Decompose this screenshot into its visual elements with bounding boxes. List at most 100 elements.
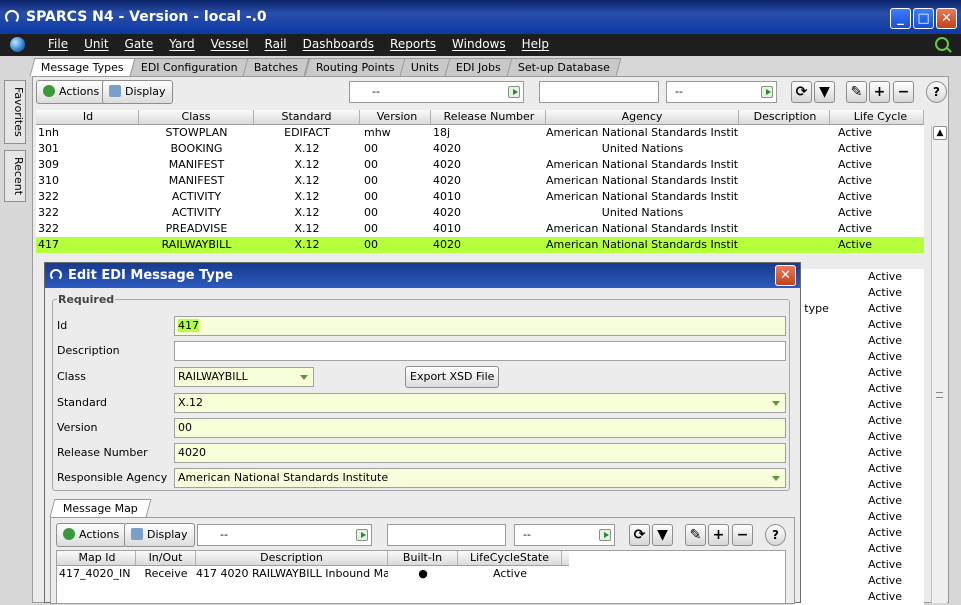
filter-icon[interactable]: ▼ <box>814 81 835 103</box>
column-lifecycle[interactable]: Life Cycle <box>830 110 924 124</box>
table-row-partial[interactable]: Active <box>794 365 924 381</box>
standard-select[interactable]: X.12 <box>174 393 786 413</box>
menu-yard[interactable]: Yard <box>161 37 202 51</box>
menu-file[interactable]: File <box>40 37 76 51</box>
map-refresh-icon[interactable]: ⟳ <box>629 524 650 546</box>
table-row[interactable]: 417 RAILWAYBILL X.12 00 4020 American Nationa… <box>36 237 924 253</box>
table-row[interactable]: 417_4020_IN Receive 417 4020 RAILWAYBILL… <box>57 566 569 582</box>
column-description[interactable]: Description <box>739 110 830 124</box>
tab-batches[interactable]: Batches <box>243 58 311 76</box>
close-button[interactable]: ✕ <box>936 8 957 29</box>
column-class[interactable]: Class <box>139 110 254 124</box>
table-row-partial[interactable]: Active <box>794 445 924 461</box>
column-agency[interactable]: Agency <box>546 110 739 124</box>
map-add-icon[interactable]: + <box>708 524 729 546</box>
table-row-partial[interactable]: e type Active <box>794 301 924 317</box>
table-row-partial[interactable]: Active <box>794 493 924 509</box>
combo-arrow-icon[interactable] <box>761 86 773 98</box>
table-row[interactable]: 310 MANIFEST X.12 00 4020 American National S… <box>36 173 924 189</box>
map-remove-icon[interactable]: − <box>732 524 753 546</box>
menu-windows[interactable]: Windows <box>444 37 514 51</box>
dialog-close-button[interactable]: ✕ <box>775 265 796 286</box>
tab-edi-jobs[interactable]: EDI Jobs <box>445 58 513 76</box>
map-filter-combo-1[interactable]: -- <box>197 524 372 546</box>
minimize-button[interactable]: _ <box>890 8 911 29</box>
export-xsd-button[interactable]: Export XSD File <box>405 366 500 388</box>
menu-help[interactable]: Help <box>514 37 557 51</box>
combo-arrow-icon[interactable] <box>356 529 368 541</box>
table-row-partial[interactable]: Active <box>794 461 924 477</box>
column-version[interactable]: Version <box>360 110 431 124</box>
table-row-partial[interactable]: Active <box>794 333 924 349</box>
map-display-button[interactable]: Display <box>124 523 195 547</box>
table-row[interactable]: 301 BOOKING X.12 00 4020 United Nations Active <box>36 141 924 157</box>
column-in-out[interactable]: In/Out <box>136 551 196 565</box>
table-scrollbar[interactable]: ▲ <box>931 126 947 603</box>
id-field[interactable]: 417 <box>174 316 786 336</box>
version-field[interactable]: 00 <box>174 418 786 438</box>
column-built-in[interactable]: Built-In <box>388 551 458 565</box>
menu-dashboards[interactable]: Dashboards <box>295 37 382 51</box>
column-id[interactable]: Id <box>36 110 139 124</box>
class-select[interactable]: RAILWAYBILL <box>174 367 314 387</box>
table-row-partial[interactable]: Active <box>794 349 924 365</box>
column-standard[interactable]: Standard <box>254 110 360 124</box>
scroll-up-icon[interactable]: ▲ <box>933 126 947 140</box>
table-row-partial[interactable]: Active <box>794 477 924 493</box>
tab-setup-database[interactable]: Set-up Database <box>506 58 622 76</box>
agency-select[interactable]: American National Standards Institute <box>174 468 786 488</box>
table-row-partial[interactable]: Active <box>794 381 924 397</box>
tab-routing-points[interactable]: Routing Points <box>304 58 406 76</box>
table-row-partial[interactable]: Active <box>794 525 924 541</box>
column-lifecycle-state[interactable]: LifeCycleState <box>458 551 562 565</box>
table-row-partial[interactable]: Active <box>794 541 924 557</box>
search-input[interactable] <box>539 81 659 103</box>
table-row-partial[interactable]: Active <box>794 269 924 285</box>
column-release[interactable]: Release Number <box>431 110 546 124</box>
actions-button[interactable]: Actions <box>36 80 107 104</box>
map-actions-button[interactable]: Actions <box>56 523 127 547</box>
map-edit-icon[interactable]: ✎ <box>685 524 706 546</box>
table-row[interactable]: 309 MANIFEST X.12 00 4020 American National S… <box>36 157 924 173</box>
combo-arrow-icon[interactable] <box>508 86 520 98</box>
tab-message-map[interactable]: Message Map <box>49 499 152 517</box>
chevron-down-icon[interactable] <box>772 401 780 406</box>
table-row[interactable]: 322 ACTIVITY X.12 00 4020 United Nations Activ… <box>36 205 924 221</box>
table-row-partial[interactable]: Active <box>794 285 924 301</box>
menu-unit[interactable]: Unit <box>76 37 116 51</box>
column-map-description[interactable]: Description <box>196 551 388 565</box>
table-row[interactable]: 1nh STOWPLAN EDIFACT mhw 18j American Nationa… <box>36 125 924 141</box>
map-filter-icon[interactable]: ▼ <box>652 524 673 546</box>
remove-icon[interactable]: − <box>893 81 914 103</box>
combo-arrow-icon[interactable] <box>599 529 611 541</box>
table-row-partial[interactable]: Active <box>794 509 924 525</box>
menu-rail[interactable]: Rail <box>257 37 295 51</box>
menu-vessel[interactable]: Vessel <box>203 37 257 51</box>
globe-icon[interactable] <box>10 37 25 52</box>
menu-reports[interactable]: Reports <box>382 37 444 51</box>
chevron-down-icon[interactable] <box>772 476 780 481</box>
sidebar-tab-recent[interactable]: Recent <box>4 149 26 202</box>
description-field[interactable] <box>174 341 786 361</box>
release-field[interactable]: 4020 <box>174 443 786 463</box>
filter-combo-1[interactable]: -- <box>349 81 524 103</box>
table-row-partial[interactable]: Active <box>794 317 924 333</box>
tab-units[interactable]: Units <box>399 58 451 76</box>
display-button[interactable]: Display <box>102 80 173 104</box>
map-search-input[interactable] <box>387 524 506 546</box>
map-filter-combo-2[interactable]: -- <box>514 524 615 546</box>
table-row-partial[interactable]: Active <box>794 557 924 573</box>
tab-message-types[interactable]: Message Types <box>29 58 136 76</box>
chevron-down-icon[interactable] <box>300 375 308 380</box>
edit-icon[interactable]: ✎ <box>846 81 867 103</box>
tab-edi-configuration[interactable]: EDI Configuration <box>129 58 249 76</box>
sidebar-tab-favorites[interactable]: Favorites <box>4 80 26 144</box>
map-help-icon[interactable]: ? <box>765 524 786 546</box>
filter-combo-2[interactable]: -- <box>666 81 777 103</box>
table-row[interactable]: 322 ACTIVITY X.12 00 4010 American National S… <box>36 189 924 205</box>
column-map-id[interactable]: Map Id <box>57 551 136 565</box>
refresh-icon[interactable]: ⟳ <box>791 81 812 103</box>
help-icon[interactable]: ? <box>926 81 947 103</box>
search-icon[interactable] <box>935 37 949 51</box>
table-row-partial[interactable]: Active <box>794 429 924 445</box>
